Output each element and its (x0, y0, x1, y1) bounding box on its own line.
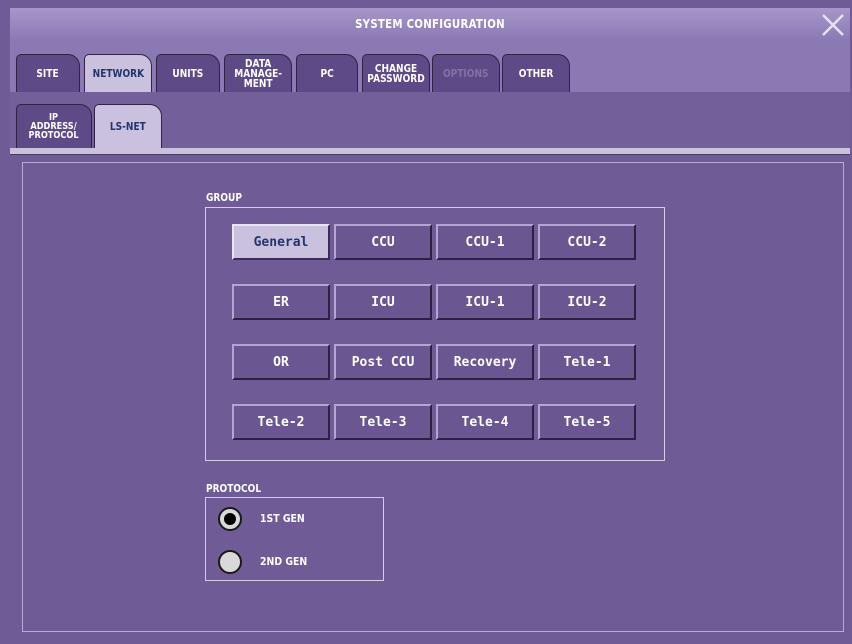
tab-pc[interactable]: PC (296, 54, 358, 92)
group-button-ccu-2[interactable]: CCU-2 (538, 224, 636, 260)
tab-network[interactable]: NETWORK (84, 54, 152, 92)
group-button-recovery[interactable]: Recovery (436, 344, 534, 380)
main-tab-bar: SITE NETWORK UNITS DATA MANAGE- MENT PC … (10, 42, 850, 92)
radio-2nd-gen-label: 2ND GEN (260, 555, 308, 568)
group-button-ccu-1[interactable]: CCU-1 (436, 224, 534, 260)
tab-units[interactable]: UNITS (156, 54, 220, 92)
system-configuration-window: SYSTEM CONFIGURATION SITE NETWORK UNITS … (0, 0, 852, 644)
group-button-or[interactable]: OR (232, 344, 330, 380)
tab-other[interactable]: OTHER (502, 54, 570, 92)
group-button-tele-4[interactable]: Tele-4 (436, 404, 534, 440)
close-icon[interactable] (818, 10, 848, 40)
panel-top-divider (10, 148, 850, 155)
group-button-icu-1[interactable]: ICU-1 (436, 284, 534, 320)
tab-label: SITE (36, 66, 60, 80)
group-button-tele-5[interactable]: Tele-5 (538, 404, 636, 440)
subtab-label: IP ADDRESS/ PROTOCOL (28, 112, 80, 141)
tab-label: DATA MANAGE- MENT (234, 56, 282, 90)
title-bar: SYSTEM CONFIGURATION (10, 8, 850, 44)
window-title: SYSTEM CONFIGURATION (355, 17, 505, 31)
group-button-ccu[interactable]: CCU (334, 224, 432, 260)
group-button-general[interactable]: General (232, 224, 330, 260)
protocol-label: PROTOCOL (206, 482, 262, 495)
subtab-ip-address-protocol[interactable]: IP ADDRESS/ PROTOCOL (16, 104, 92, 148)
group-button-er[interactable]: ER (232, 284, 330, 320)
tab-data-management[interactable]: DATA MANAGE- MENT (224, 54, 292, 92)
group-button-tele-1[interactable]: Tele-1 (538, 344, 636, 380)
group-button-tele-2[interactable]: Tele-2 (232, 404, 330, 440)
radio-selected-dot (224, 513, 236, 525)
subtab-label: LS-NET (110, 120, 146, 133)
radio-2nd-gen[interactable] (218, 550, 242, 574)
tab-label: OTHER (518, 66, 554, 80)
tab-label: OPTIONS (443, 66, 489, 80)
sub-tab-bar: IP ADDRESS/ PROTOCOL LS-NET (10, 92, 850, 148)
subtab-ls-net[interactable]: LS-NET (94, 104, 162, 148)
group-label: GROUP (206, 191, 242, 204)
radio-1st-gen-label: 1ST GEN (260, 512, 305, 525)
group-button-tele-3[interactable]: Tele-3 (334, 404, 432, 440)
tab-label: UNITS (172, 66, 204, 80)
tab-change-password[interactable]: CHANGE PASSWORD (362, 54, 430, 92)
tab-label: PC (320, 66, 334, 80)
group-button-post-ccu[interactable]: Post CCU (334, 344, 432, 380)
radio-1st-gen[interactable] (218, 507, 242, 531)
tab-label: CHANGE PASSWORD (367, 61, 425, 85)
group-button-icu[interactable]: ICU (334, 284, 432, 320)
tab-options: OPTIONS (432, 54, 500, 92)
group-button-icu-2[interactable]: ICU-2 (538, 284, 636, 320)
tab-site[interactable]: SITE (16, 54, 80, 92)
tab-label: NETWORK (92, 66, 144, 80)
